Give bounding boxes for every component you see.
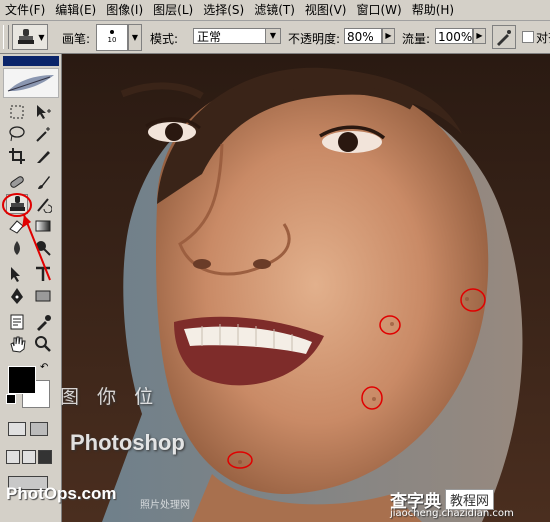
full-screen-menu-mode-button[interactable] — [22, 450, 36, 464]
options-grip[interactable] — [3, 25, 9, 49]
crop-tool-icon[interactable] — [6, 146, 28, 166]
pen-tool-icon[interactable] — [6, 286, 28, 306]
swap-colors-icon[interactable]: ↶ — [40, 362, 48, 373]
brand-tag: 教程网 — [445, 489, 495, 510]
flow-input[interactable]: 100% — [435, 28, 473, 44]
menu-bar: 文件(F) 编辑(E) 图像(I) 图层(L) 选择(S) 滤镜(T) 视图(V… — [0, 0, 550, 21]
menu-view[interactable]: 视图(V) — [300, 0, 352, 20]
mode-label: 模式: — [150, 32, 179, 46]
brush-picker[interactable]: 10 — [96, 24, 128, 51]
menu-edit[interactable]: 编辑(E) — [50, 0, 101, 20]
gradient-tool-icon[interactable] — [32, 216, 54, 236]
path-selection-tool-icon[interactable] — [6, 264, 28, 284]
notes-tool-icon[interactable] — [6, 312, 28, 332]
tool-preset-picker[interactable]: ▼ — [12, 24, 48, 50]
aligned-checkbox[interactable] — [522, 31, 534, 43]
airbrush-button[interactable] — [492, 25, 516, 49]
mode-select[interactable]: 正常 ▼ — [193, 28, 281, 44]
watermark-cn: 图 你 位 — [60, 386, 160, 408]
flow-label: 流量: — [402, 32, 431, 46]
type-tool-icon[interactable] — [32, 264, 54, 284]
mode-value: 正常 — [197, 30, 222, 44]
airbrush-icon — [497, 30, 511, 46]
opacity-input[interactable]: 80% — [344, 28, 382, 44]
menu-help[interactable]: 帮助(H) — [407, 0, 459, 20]
watermark-small: 照片处理网 — [140, 500, 190, 511]
default-colors-icon[interactable] — [6, 394, 16, 404]
slice-tool-icon[interactable] — [32, 146, 54, 166]
dodge-tool-icon[interactable] — [32, 238, 54, 258]
move-tool-icon[interactable] — [32, 102, 54, 122]
brush-label: 画笔: — [62, 32, 91, 46]
toolbox-title-bar[interactable] — [3, 56, 59, 66]
menu-image[interactable]: 图像(I) — [101, 0, 148, 20]
rectangle-tool-icon[interactable] — [32, 286, 54, 306]
brush-tool-icon[interactable] — [32, 172, 54, 192]
foreground-color-swatch[interactable] — [8, 366, 36, 394]
watermark-photoshop: Photoshop — [70, 430, 185, 455]
blur-tool-icon[interactable] — [6, 238, 28, 258]
clone-stamp-tool-icon[interactable] — [6, 194, 28, 214]
menu-file[interactable]: 文件(F) — [0, 0, 50, 20]
watermark-photops: PhotOps.com — [6, 484, 117, 503]
menu-layer[interactable]: 图层(L) — [148, 0, 198, 20]
lasso-tool-icon[interactable] — [6, 124, 28, 144]
brand-watermark: 查字典 教程网 jiaocheng.chazidian.com — [390, 487, 550, 522]
menu-window[interactable]: 窗口(W) — [351, 0, 406, 20]
magic-wand-tool-icon[interactable] — [32, 124, 54, 144]
brush-tip-icon — [110, 30, 114, 34]
clone-stamp-icon — [18, 29, 35, 44]
eraser-tool-icon[interactable] — [6, 216, 28, 236]
brush-dropdown-button[interactable]: ▼ — [128, 24, 142, 51]
flow-slider-button[interactable]: ▶ — [473, 28, 486, 44]
quick-mask-mode-button[interactable] — [30, 422, 48, 436]
hand-tool-icon[interactable] — [6, 334, 28, 354]
brush-size: 10 — [107, 36, 117, 44]
marquee-tool-icon[interactable] — [6, 102, 28, 122]
standard-mode-button[interactable] — [8, 422, 26, 436]
opacity-slider-button[interactable]: ▶ — [382, 28, 395, 44]
preset-dropdown-icon: ▼ — [38, 32, 45, 42]
chevron-down-icon: ▼ — [265, 29, 280, 43]
healing-brush-tool-icon[interactable] — [6, 172, 28, 192]
zoom-tool-icon[interactable] — [32, 334, 54, 354]
brand-url: jiaocheng.chazidian.com — [390, 508, 514, 519]
menu-select[interactable]: 选择(S) — [198, 0, 249, 20]
standard-screen-mode-button[interactable] — [6, 450, 20, 464]
adobe-online-button[interactable] — [3, 68, 59, 98]
full-screen-mode-button[interactable] — [38, 450, 52, 464]
feather-icon — [7, 75, 54, 92]
history-brush-tool-icon[interactable] — [32, 194, 54, 214]
opacity-label: 不透明度: — [288, 32, 341, 46]
aligned-label: 对齐 — [536, 31, 550, 45]
options-bar: ▼ 画笔: 10 ▼ 模式: 正常 ▼ 不透明度: 80% ▶ 流量: 100%… — [0, 21, 550, 54]
menu-filter[interactable]: 滤镜(T) — [249, 0, 300, 20]
toolbox: ↶ — [0, 54, 62, 522]
eyedropper-tool-icon[interactable] — [32, 312, 54, 332]
